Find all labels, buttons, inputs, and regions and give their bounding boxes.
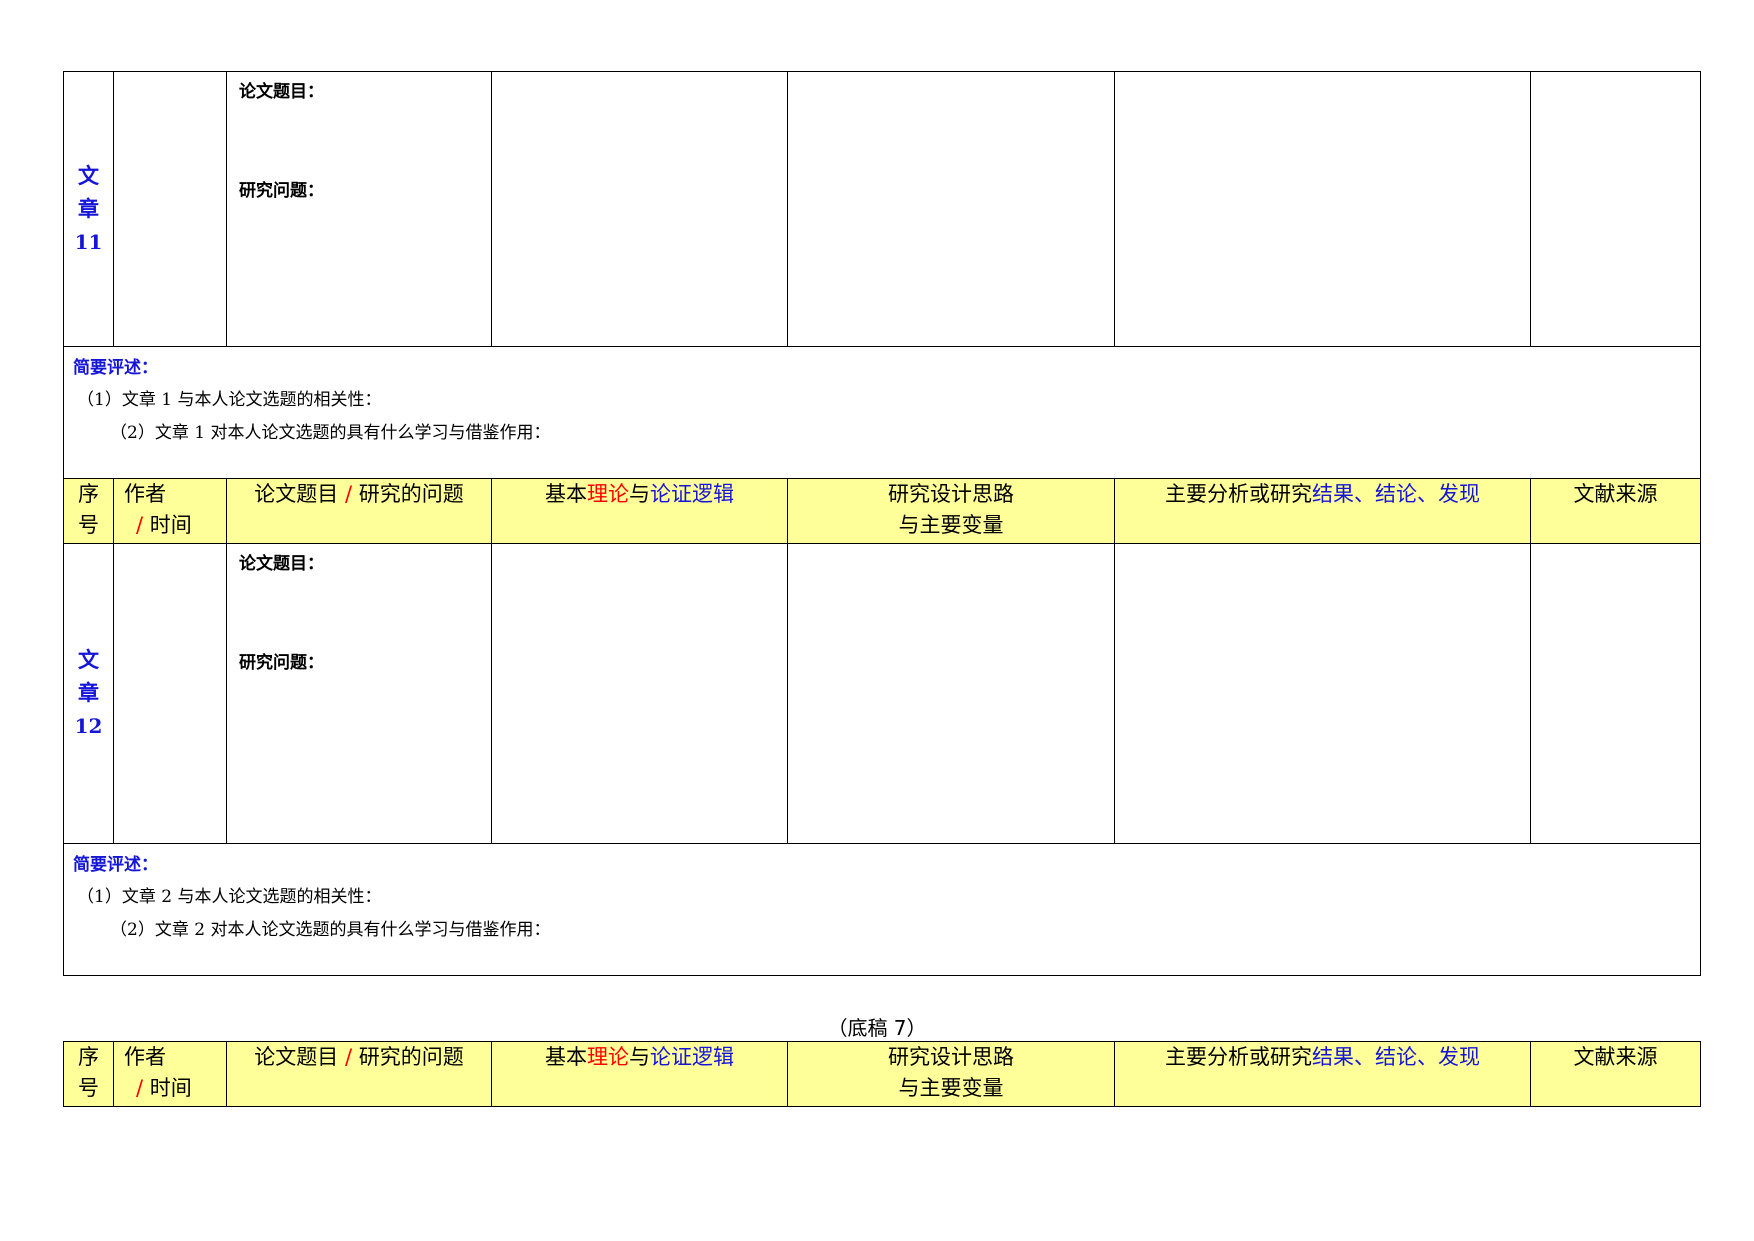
header-theory: 基本理论与论证逻辑 bbox=[491, 1041, 788, 1107]
header-design-line: 研究设计思路 bbox=[888, 482, 1014, 506]
title-question-cell[interactable]: 论文题目： 研究问题： bbox=[226, 71, 492, 347]
header-title-label: 论文题目 bbox=[254, 1045, 339, 1069]
header-slash: / bbox=[136, 1076, 144, 1100]
header-findings: 主要分析或研究结果、结论、发现 bbox=[1114, 1041, 1531, 1107]
header-time-label: 时间 bbox=[149, 513, 192, 537]
header-question-label: 研究的问题 bbox=[358, 1045, 464, 1069]
header-design-line: 研究设计思路 bbox=[888, 1045, 1014, 1069]
header-source: 文献来源 bbox=[1530, 478, 1701, 544]
title-question-cell[interactable]: 论文题目： 研究问题： bbox=[226, 543, 492, 844]
design-cell[interactable] bbox=[787, 543, 1115, 844]
header-seq-line: 号 bbox=[78, 513, 99, 537]
review-heading: 简要评述： bbox=[73, 358, 158, 378]
header-text-blue: 论证逻辑 bbox=[650, 482, 734, 506]
article-label-number: 12 bbox=[74, 714, 103, 738]
draft-label: （底稿 7） bbox=[827, 1016, 927, 1040]
header-slash: / bbox=[136, 513, 144, 537]
header-text: 与 bbox=[629, 1045, 650, 1069]
review-reference-value-line: （2）文章 2 对本人论文选题的具有什么学习与借鉴作用： bbox=[110, 920, 551, 940]
article-row-11: 文 章 11 论文题目： 研究问题： bbox=[63, 71, 1701, 347]
header-text-blue: 结果、结论、发现 bbox=[1312, 482, 1480, 506]
paper-title-label: 论文题目： bbox=[239, 82, 324, 102]
header-author-label: 作者 bbox=[124, 1045, 166, 1069]
header-slash: / bbox=[344, 482, 353, 506]
header-text: 与 bbox=[629, 482, 650, 506]
header-question-label: 研究的问题 bbox=[358, 482, 464, 506]
header-source: 文献来源 bbox=[1530, 1041, 1701, 1107]
header-design: 研究设计思路 与主要变量 bbox=[787, 478, 1115, 544]
header-design-line: 与主要变量 bbox=[898, 1076, 1004, 1100]
header-text: 基本 bbox=[545, 1045, 587, 1069]
header-slash: / bbox=[344, 1045, 353, 1069]
header-author-label: 作者 bbox=[124, 482, 166, 506]
source-cell[interactable] bbox=[1530, 71, 1701, 347]
header-findings: 主要分析或研究结果、结论、发现 bbox=[1114, 478, 1531, 544]
header-design: 研究设计思路 与主要变量 bbox=[787, 1041, 1115, 1107]
author-cell[interactable] bbox=[113, 71, 227, 347]
header-text-red: 理论 bbox=[587, 482, 629, 506]
article-label-char: 章 bbox=[78, 196, 99, 221]
article-label-11: 文 章 11 bbox=[63, 71, 114, 347]
header-text: 主要分析或研究 bbox=[1165, 1045, 1312, 1069]
table-header-row: 序 号 作者 / 时间 论文题目 / 研究的问题 基本理论与论证逻辑 研究设计思… bbox=[63, 1041, 1701, 1107]
header-author-time: 作者 / 时间 bbox=[113, 1041, 227, 1107]
article-label-char: 文 bbox=[78, 648, 99, 672]
research-question-label: 研究问题： bbox=[239, 181, 324, 201]
next-page-header-table: 序 号 作者 / 时间 论文题目 / 研究的问题 基本理论与论证逻辑 研究设计思… bbox=[63, 1041, 1701, 1107]
table-header-row: 序 号 作者 / 时间 论文题目 / 研究的问题 基本理论与论证逻辑 研究设计思… bbox=[63, 478, 1701, 544]
header-text-red: 理论 bbox=[587, 1045, 629, 1069]
article-row-12: 文 章 12 论文题目： 研究问题： bbox=[63, 543, 1701, 844]
review-relevance-line: （1）文章 2 与本人论文选题的相关性： bbox=[77, 887, 382, 907]
header-seq-line: 序 bbox=[78, 482, 99, 506]
source-cell[interactable] bbox=[1530, 543, 1701, 844]
header-title-label: 论文题目 bbox=[254, 482, 339, 506]
theory-cell[interactable] bbox=[491, 71, 788, 347]
findings-cell[interactable] bbox=[1114, 543, 1531, 844]
review-cell[interactable]: 简要评述： （1）文章 1 与本人论文选题的相关性： （2）文章 1 对本人论文… bbox=[63, 346, 1701, 479]
article-label-char: 文 bbox=[78, 163, 99, 188]
header-seq-line: 序 bbox=[78, 1045, 99, 1069]
findings-cell[interactable] bbox=[1114, 71, 1531, 347]
article-label-char: 章 bbox=[78, 681, 99, 705]
header-seq: 序 号 bbox=[63, 1041, 114, 1107]
article-label-number: 11 bbox=[74, 229, 103, 254]
header-seq: 序 号 bbox=[63, 478, 114, 544]
review-cell[interactable]: 简要评述： （1）文章 2 与本人论文选题的相关性： （2）文章 2 对本人论文… bbox=[63, 843, 1701, 976]
review-row-1: 简要评述： （1）文章 1 与本人论文选题的相关性： （2）文章 1 对本人论文… bbox=[63, 346, 1701, 479]
header-title-question: 论文题目 / 研究的问题 bbox=[226, 478, 492, 544]
header-time-label: 时间 bbox=[149, 1076, 192, 1100]
paper-title-label: 论文题目： bbox=[239, 554, 324, 574]
review-reference-value-line: （2）文章 1 对本人论文选题的具有什么学习与借鉴作用： bbox=[110, 423, 551, 443]
header-theory: 基本理论与论证逻辑 bbox=[491, 478, 788, 544]
header-seq-line: 号 bbox=[78, 1076, 99, 1100]
literature-review-table: 文 章 11 论文题目： 研究问题： 简要评述： （1）文章 1 与本人论文选题… bbox=[63, 71, 1701, 976]
design-cell[interactable] bbox=[787, 71, 1115, 347]
header-text: 基本 bbox=[545, 482, 587, 506]
header-author-time: 作者 / 时间 bbox=[113, 478, 227, 544]
author-cell[interactable] bbox=[113, 543, 227, 844]
header-text-blue: 论证逻辑 bbox=[650, 1045, 734, 1069]
header-text-blue: 结果、结论、发现 bbox=[1312, 1045, 1480, 1069]
review-relevance-line: （1）文章 1 与本人论文选题的相关性： bbox=[77, 390, 382, 410]
header-title-question: 论文题目 / 研究的问题 bbox=[226, 1041, 492, 1107]
review-heading: 简要评述： bbox=[73, 855, 158, 875]
header-text: 主要分析或研究 bbox=[1165, 482, 1312, 506]
review-row-2: 简要评述： （1）文章 2 与本人论文选题的相关性： （2）文章 2 对本人论文… bbox=[63, 843, 1701, 976]
header-design-line: 与主要变量 bbox=[898, 513, 1004, 537]
article-label-12: 文 章 12 bbox=[63, 543, 114, 844]
theory-cell[interactable] bbox=[491, 543, 788, 844]
research-question-label: 研究问题： bbox=[239, 653, 324, 673]
